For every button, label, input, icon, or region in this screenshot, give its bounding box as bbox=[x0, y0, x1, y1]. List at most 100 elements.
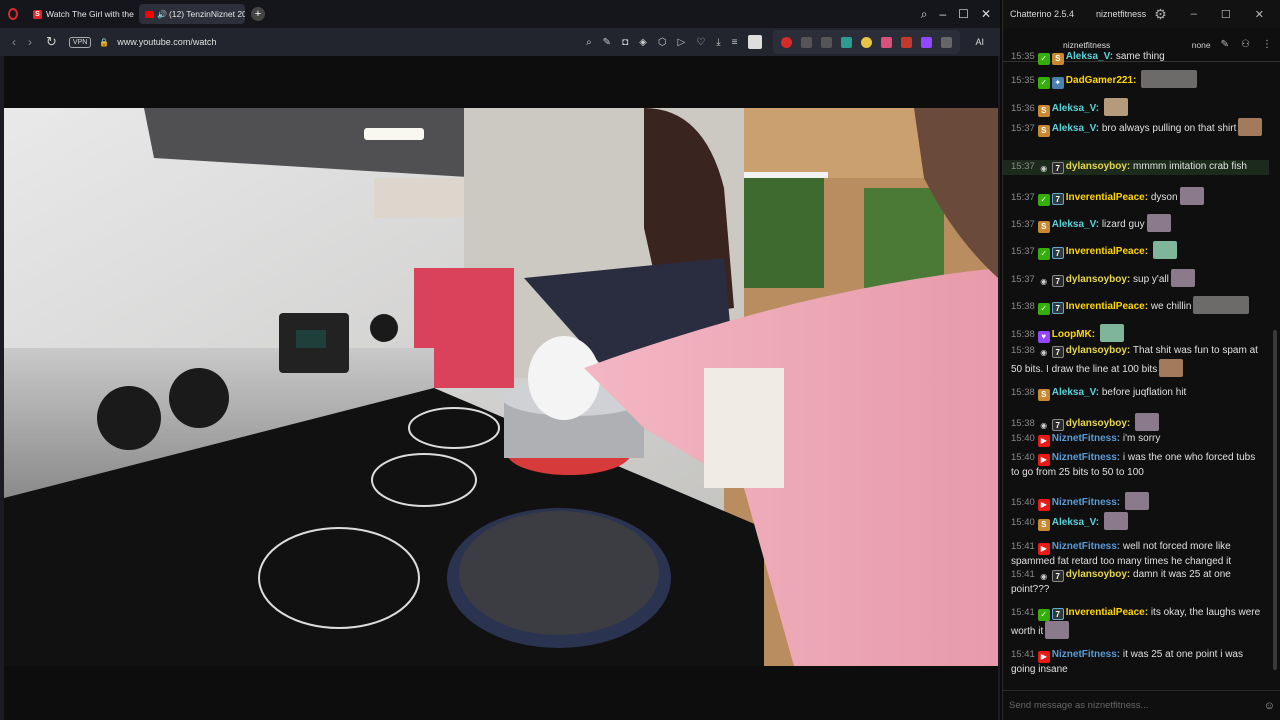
url-field[interactable]: www.youtube.com/watch bbox=[117, 37, 216, 47]
message-username[interactable]: NiznetFitness: bbox=[1052, 433, 1120, 444]
reload-icon[interactable]: ↻ bbox=[46, 34, 57, 50]
man-emote-icon[interactable] bbox=[1170, 269, 1195, 287]
edit-icon[interactable]: ✎ bbox=[603, 37, 611, 48]
chat-message[interactable]: 15:38 ◉ 7 dylansoyboy: That shit was fun to… bbox=[1003, 344, 1269, 377]
7tvb-badge-icon[interactable]: 7 bbox=[1051, 570, 1064, 582]
tab-0[interactable]: S Watch The Girl with the D bbox=[27, 4, 135, 24]
message-username[interactable]: dylansoyboy: bbox=[1066, 418, 1130, 429]
chat-message[interactable]: 15:40 ▶ NiznetFitness: bbox=[1003, 492, 1269, 511]
extension-pink-icon[interactable] bbox=[881, 36, 893, 48]
pencil-icon[interactable]: ✎ bbox=[1221, 39, 1229, 50]
users-icon[interactable]: ⚇ bbox=[1241, 39, 1250, 50]
profile-icon[interactable] bbox=[748, 35, 763, 49]
man-emote-icon[interactable] bbox=[1124, 492, 1149, 510]
shield-icon[interactable]: ◈ bbox=[639, 37, 647, 48]
sub-badge-icon[interactable]: S bbox=[1037, 125, 1050, 137]
maximize-icon[interactable]: ☐ bbox=[1221, 8, 1231, 21]
sub-badge-icon[interactable]: S bbox=[1037, 519, 1050, 531]
account-name[interactable]: niznetfitness bbox=[1096, 9, 1146, 19]
hand-emote-icon[interactable] bbox=[1238, 118, 1263, 136]
sub-badge-icon[interactable]: S bbox=[1037, 105, 1050, 117]
sub-badge-icon[interactable]: S bbox=[1037, 221, 1050, 233]
message-username[interactable]: Aleksa_V: bbox=[1052, 103, 1099, 114]
extension-yellow-icon[interactable] bbox=[861, 36, 873, 48]
message-username[interactable]: dylansoyboy: bbox=[1066, 161, 1130, 172]
more-icon[interactable]: ⋮ bbox=[1262, 39, 1272, 50]
cat-emote-icon[interactable] bbox=[1103, 98, 1128, 116]
dino-emote-icon[interactable] bbox=[1099, 324, 1124, 342]
message-username[interactable]: InverentialPeace: bbox=[1066, 301, 1148, 312]
lens-icon[interactable]: ⌕ bbox=[586, 37, 592, 48]
forward-icon[interactable]: › bbox=[28, 35, 32, 49]
message-username[interactable]: NiznetFitness: bbox=[1052, 649, 1120, 660]
7tvb-badge-icon[interactable]: 7 bbox=[1051, 419, 1064, 431]
eye-badge-icon[interactable]: ◉ bbox=[1038, 571, 1050, 583]
chat-message[interactable]: 15:40 S Aleksa_V: bbox=[1003, 512, 1269, 531]
back-icon[interactable]: ‹ bbox=[12, 35, 16, 49]
chat-message[interactable]: 15:37 ✓ 7 InverentialPeace: bbox=[1003, 241, 1269, 260]
7tvb-badge-icon[interactable]: 7 bbox=[1051, 275, 1064, 287]
message-username[interactable]: InverentialPeace: bbox=[1066, 246, 1148, 257]
heart-icon[interactable]: ♡ bbox=[696, 37, 705, 48]
chat-message[interactable]: 15:40 ▶ NiznetFitness: i was the one who f… bbox=[1003, 451, 1269, 480]
wide-emote-icon[interactable] bbox=[1193, 296, 1250, 314]
man-emote-icon[interactable] bbox=[1146, 214, 1171, 232]
message-username[interactable]: Aleksa_V: bbox=[1052, 387, 1099, 398]
pur-badge-icon[interactable]: ♥ bbox=[1037, 331, 1050, 343]
dino-emote-icon[interactable] bbox=[1152, 241, 1177, 259]
search-tabs-icon[interactable]: ⌕ bbox=[921, 7, 928, 22]
opera-logo-icon[interactable] bbox=[8, 8, 18, 20]
message-username[interactable]: NiznetFitness: bbox=[1052, 541, 1120, 552]
gear-icon[interactable]: ⚙ bbox=[1154, 6, 1167, 23]
mode-indicator[interactable]: none bbox=[1192, 40, 1211, 50]
extension-tp-icon[interactable] bbox=[901, 36, 913, 48]
speaker-icon[interactable]: 🔊 bbox=[157, 10, 167, 19]
yt-badge-icon[interactable]: ▶ bbox=[1037, 454, 1050, 466]
yt-badge-icon[interactable]: ▶ bbox=[1037, 651, 1050, 663]
chat-message[interactable]: 15:37 S Aleksa_V: bro always pulling on th… bbox=[1003, 118, 1269, 137]
minimize-icon[interactable]: – bbox=[1191, 8, 1197, 21]
chat-scrollbar[interactable] bbox=[1273, 330, 1277, 670]
message-username[interactable]: dylansoyboy: bbox=[1066, 345, 1130, 356]
wide-emote-icon[interactable] bbox=[1141, 70, 1198, 88]
extension-badge-icon[interactable] bbox=[801, 36, 813, 48]
chat-message[interactable]: 15:40 ▶ NiznetFitness: i'm sorry bbox=[1003, 432, 1269, 447]
hand-emote-icon[interactable] bbox=[1159, 359, 1184, 377]
man-emote-icon[interactable] bbox=[1103, 512, 1128, 530]
chat-message[interactable]: 15:38 ◉ 7 dylansoyboy: bbox=[1003, 413, 1269, 432]
chat-input[interactable]: Send message as niznetfitness... bbox=[1009, 700, 1148, 711]
chat-message[interactable]: 15:41 ▶ NiznetFitness: it was 25 at one po… bbox=[1003, 648, 1269, 677]
extension-red-icon[interactable] bbox=[781, 36, 793, 48]
mod-badge-icon[interactable]: ✓ bbox=[1037, 77, 1050, 89]
download-icon[interactable]: ⤓ bbox=[716, 37, 720, 48]
chat-message[interactable]: 15:35 ✓ S Aleksa_V: same thing bbox=[1003, 50, 1269, 65]
man-emote-icon[interactable] bbox=[1045, 621, 1070, 639]
7tv-badge-icon[interactable]: 7 bbox=[1051, 247, 1064, 259]
extension-twitch-icon[interactable] bbox=[921, 36, 933, 48]
chat-message[interactable]: 15:38 ♥ LoopMK: bbox=[1003, 324, 1269, 343]
eye-badge-icon[interactable]: ◉ bbox=[1038, 420, 1050, 432]
emoji-icon[interactable]: ☺ bbox=[1264, 700, 1275, 712]
chat-message[interactable]: 15:37 ✓ 7 InverentialPeace: dyson bbox=[1003, 187, 1269, 206]
close-icon[interactable]: ✕ bbox=[981, 7, 991, 22]
man-emote-icon[interactable] bbox=[1179, 187, 1204, 205]
channel-name[interactable]: niznetfitness bbox=[1063, 40, 1110, 50]
mod-badge-icon[interactable]: ✓ bbox=[1037, 609, 1050, 621]
cube-icon[interactable]: ⬡ bbox=[658, 37, 667, 48]
extension-cube-icon[interactable] bbox=[941, 36, 953, 48]
chat-message[interactable]: 15:41 ◉ 7 dylansoyboy: damn it was 25 at on… bbox=[1003, 568, 1269, 597]
mod-badge-icon[interactable]: ✓ bbox=[1037, 248, 1050, 260]
chat-input-box[interactable]: Send message as niznetfitness... ☺ bbox=[1003, 690, 1280, 720]
message-username[interactable]: dylansoyboy: bbox=[1066, 274, 1130, 285]
eye-badge-icon[interactable]: ◉ bbox=[1038, 276, 1050, 288]
camera-icon[interactable]: ◘ bbox=[622, 37, 628, 48]
chat-message[interactable]: 15:35 ✓ ✦ DadGamer221: bbox=[1003, 70, 1269, 89]
extension-badge2-icon[interactable] bbox=[821, 36, 833, 48]
eye-badge-icon[interactable]: ◉ bbox=[1038, 347, 1050, 359]
close-icon[interactable]: ✕ bbox=[1255, 8, 1264, 21]
message-username[interactable]: InverentialPeace: bbox=[1066, 192, 1148, 203]
menu-icon[interactable]: ≡ bbox=[732, 37, 738, 48]
message-list[interactable]: 15:35 ✓ S Aleksa_V: same thing 15:35 ✓ ✦ DadGam… bbox=[1003, 50, 1269, 688]
glhf-badge-icon[interactable]: ✦ bbox=[1051, 77, 1064, 89]
chat-message[interactable]: 15:37 S Aleksa_V: lizard guy bbox=[1003, 214, 1269, 233]
